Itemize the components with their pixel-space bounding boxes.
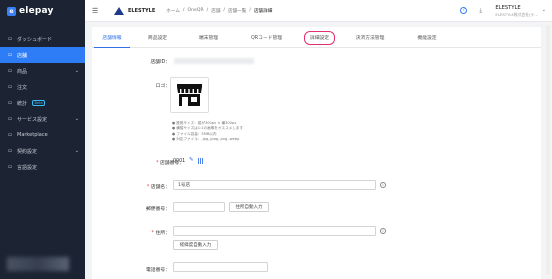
- breadcrumb-separator: /: [249, 7, 251, 13]
- sidebar-item-label: Marketplace: [17, 132, 48, 138]
- sidebar-item-label: 商品: [17, 68, 28, 75]
- postal-code-label: 郵便番号：: [146, 207, 170, 212]
- breadcrumb-separator: /: [182, 7, 185, 13]
- breadcrumb-separator: /: [223, 7, 225, 13]
- merchant-name: ELESTYLE: [128, 7, 156, 14]
- sidebar-item-label: サービス設定: [17, 116, 48, 123]
- logo-label: ロゴ：: [155, 84, 170, 89]
- breadcrumb-item[interactable]: 店舗詳細: [254, 8, 272, 14]
- breadcrumb: ホーム / OneQR / 店舗 / 店舗一覧 / 店舗詳細: [166, 8, 272, 14]
- phone-label: 電話番号：: [146, 268, 170, 273]
- sidebar-item-label: 言語設定: [17, 164, 38, 171]
- blurred-footer: [7, 257, 69, 271]
- product-icon: ▫: [8, 68, 12, 74]
- sidebar-item-label: 契約設定: [17, 148, 38, 155]
- logo-notes: ● 推奨サイズ：縦が300px × 横300px ● 横縦サイズは1:1の画像をオ…: [172, 121, 243, 142]
- tab[interactable]: 詳細設定: [304, 30, 335, 45]
- store-name-input[interactable]: 1号店: [173, 180, 376, 190]
- breadcrumb-item[interactable]: ホーム: [166, 8, 180, 14]
- tab[interactable]: 機能設定: [400, 27, 454, 47]
- sidebar-item[interactable]: ▫ Marketplace: [0, 127, 85, 143]
- store-id-value-redacted: [174, 58, 254, 64]
- stats-icon: ▫: [8, 100, 12, 106]
- brand[interactable]: e elepay: [0, 0, 85, 22]
- qr-code-icon[interactable]: [198, 158, 204, 164]
- chevron-down-icon: ⌄: [74, 68, 79, 74]
- sidebar-item[interactable]: ▫ 言語設定: [0, 159, 85, 175]
- store-number-value: 0001: [173, 159, 186, 164]
- sidebar-item[interactable]: ▫ ダッシュボード: [0, 31, 85, 47]
- account-menu[interactable]: ELESTYLE ELESTYLE株式会社(テ... ⌄: [495, 5, 546, 18]
- edit-icon[interactable]: ✎: [189, 157, 194, 163]
- chevron-down-icon: ⌄: [541, 7, 546, 13]
- breadcrumb-item[interactable]: 店舗一覧: [228, 8, 246, 14]
- address-autofill-button[interactable]: 住所自動入力: [229, 202, 269, 212]
- logo-upload[interactable]: [170, 77, 209, 113]
- store-name-label: * 店舗名：: [146, 185, 170, 190]
- download-icon[interactable]: ⤓: [479, 7, 482, 15]
- chevron-down-icon: ⌄: [74, 148, 79, 154]
- elestyle-logo-icon: [114, 6, 124, 15]
- address-input[interactable]: [173, 226, 376, 236]
- tab[interactable]: 店舗情報: [92, 27, 132, 48]
- info-icon[interactable]: i: [380, 228, 386, 234]
- sidebar-item-label: 店舗: [17, 52, 28, 59]
- menu-toggle-icon[interactable]: ☰: [92, 7, 100, 15]
- contract-icon: ▫: [8, 148, 12, 154]
- tab[interactable]: 決済方法管理: [340, 27, 400, 47]
- address-label: * 住所：: [151, 231, 170, 236]
- dashboard-icon: ▫: [8, 36, 12, 42]
- account-subtitle: ELESTYLE株式会社(テ...: [495, 12, 538, 17]
- service-icon: ▫: [8, 116, 12, 122]
- elepay-logo-icon: e: [7, 6, 16, 16]
- geo-autofill-button[interactable]: 経緯度自動入力: [173, 240, 218, 250]
- help-icon[interactable]: ?: [460, 7, 468, 14]
- tab[interactable]: 商品設定: [132, 27, 183, 47]
- breadcrumb-item[interactable]: OneQR: [187, 8, 203, 14]
- logo-note: ● 横縦サイズは1:1の画像をオススメします: [172, 126, 244, 131]
- logo-note: ● 対応ファイル：.jpg,.jpeg,.png,.webp: [172, 136, 240, 141]
- sidebar-item-label: 注文: [17, 84, 28, 91]
- sidebar-item[interactable]: ▫ 商品 ⌄: [0, 63, 85, 79]
- sidebar-nav: ▫ ダッシュボード ▫ 店舗 ▫ 商品 ⌄ ▫ 注文 ▫ 統計 Beta ▫ サービス設定 ⌄ ▫ Market…: [0, 31, 85, 175]
- marketplace-icon: ▫: [8, 132, 12, 138]
- sidebar-item[interactable]: ▫ サービス設定 ⌄: [0, 111, 85, 127]
- sidebar: e elepay ▫ ダッシュボード ▫ 店舗 ▫ 商品 ⌄ ▫ 注文 ▫ 統計 Beta ▫ サービス設…: [0, 0, 85, 279]
- order-icon: ▫: [8, 84, 12, 90]
- tab[interactable]: 端末管理: [183, 27, 234, 47]
- brand-name: elepay: [19, 6, 54, 16]
- phone-input[interactable]: [173, 262, 268, 272]
- store-icon: ▫: [8, 52, 12, 58]
- top-header: ☰ ELESTYLE ホーム / OneQR / 店舗 / 店舗一覧 / 店舗詳細 ? ⤓ EL…: [85, 0, 552, 22]
- sidebar-item[interactable]: ▫ 注文: [0, 79, 85, 95]
- account-name: ELESTYLE: [495, 5, 521, 11]
- sidebar-item[interactable]: ▫ 店舗: [0, 47, 85, 63]
- chevron-down-icon: ⌄: [74, 116, 79, 122]
- tab[interactable]: QRコード管理: [234, 27, 299, 47]
- sidebar-item-label: 統計: [17, 100, 28, 107]
- sidebar-item-label: ダッシュボード: [17, 36, 53, 43]
- store-id-label: 店舗ID：: [150, 60, 171, 65]
- breadcrumb-separator: /: [206, 7, 209, 13]
- language-icon: ▫: [8, 164, 12, 170]
- store-tabs: 店舗情報 商品設定 端末管理 QRコード管理 詳細設定 決済方法管理 機能設定: [92, 27, 541, 48]
- postal-code-input[interactable]: [173, 202, 225, 212]
- scrollbar[interactable]: [546, 25, 550, 275]
- store-icon: [177, 84, 202, 106]
- sidebar-item[interactable]: ▫ 統計 Beta: [0, 95, 85, 111]
- beta-badge: Beta: [32, 100, 46, 106]
- sidebar-item[interactable]: ▫ 契約設定 ⌄: [0, 143, 85, 159]
- breadcrumb-item[interactable]: 店舗: [211, 8, 220, 14]
- info-icon[interactable]: i: [380, 182, 386, 188]
